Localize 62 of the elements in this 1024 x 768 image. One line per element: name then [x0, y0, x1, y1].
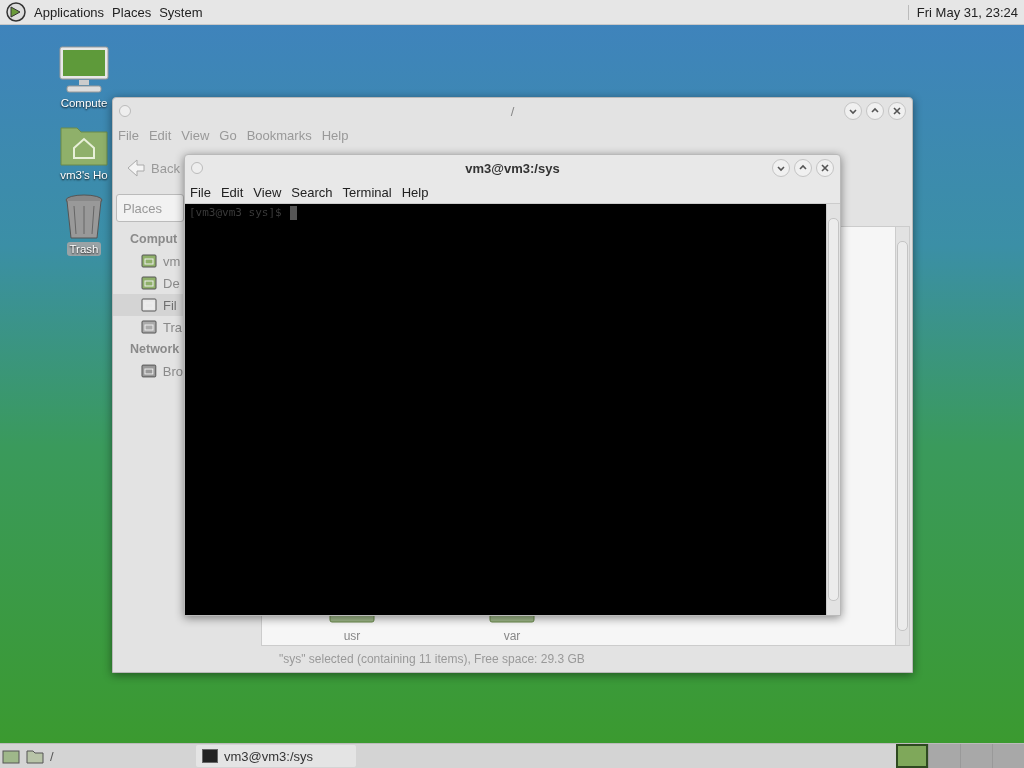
menu-item[interactable]: Help — [321, 127, 349, 143]
panel-menu[interactable]: Applications — [34, 4, 105, 20]
location-label[interactable]: / — [50, 748, 190, 764]
maximize-button[interactable] — [794, 159, 812, 177]
sidebar-item[interactable]: Fil — [113, 294, 183, 316]
sidebar-item[interactable]: Bro — [113, 360, 183, 382]
menu-item[interactable]: Help — [401, 184, 429, 200]
menu-item[interactable]: File — [190, 184, 211, 200]
home-icon — [141, 253, 157, 269]
trash-icon — [141, 319, 157, 335]
menu-item[interactable]: Edit — [148, 127, 172, 143]
menu-item[interactable]: Search — [291, 184, 333, 200]
desktop-icon-label[interactable]: Compute — [57, 96, 111, 110]
menu-item[interactable]: File — [118, 127, 139, 143]
scrollbar[interactable] — [826, 204, 840, 615]
scrollbar[interactable] — [895, 227, 909, 645]
menu-item[interactable]: Edit — [220, 184, 244, 200]
menu-item[interactable]: View — [253, 184, 282, 200]
sidebar-item[interactable]: vm — [113, 250, 183, 272]
trash-icon — [64, 194, 104, 240]
taskbar-button[interactable]: vm3@vm3:/sys — [196, 745, 356, 767]
monitor-icon — [59, 46, 109, 94]
close-icon — [892, 106, 902, 116]
places-dropdown[interactable]: Places — [116, 194, 184, 222]
menu-item[interactable]: Go — [219, 127, 237, 143]
maximize-button[interactable] — [866, 102, 884, 120]
desktop-icon-label[interactable]: vm3's Ho — [57, 168, 111, 182]
desktop-icon-label[interactable]: Trash — [66, 242, 102, 256]
workspace-button[interactable] — [896, 744, 928, 768]
minimize-button[interactable] — [772, 159, 790, 177]
sidebar-heading: Network — [130, 341, 180, 358]
sidebar-item[interactable]: Tra — [113, 316, 183, 338]
sidebar-heading: Comput — [130, 231, 178, 248]
desktop-icon — [141, 275, 157, 291]
back-button[interactable]: Back — [121, 153, 184, 183]
panel-menu[interactable]: System — [159, 4, 203, 20]
file-label[interactable]: var — [503, 629, 521, 643]
window-title: / — [510, 103, 515, 119]
close-button[interactable] — [816, 159, 834, 177]
show-desktop-icon[interactable] — [2, 748, 20, 764]
back-arrow-icon — [125, 157, 147, 179]
minimize-button[interactable] — [844, 102, 862, 120]
menu-item[interactable]: Terminal — [342, 184, 392, 200]
status-text: "sys" selected (containing 11 items), Free space: 29.3 GB — [279, 652, 585, 666]
window-title: vm3@vm3:/sys — [465, 160, 560, 176]
close-button[interactable] — [888, 102, 906, 120]
file-label[interactable]: usr — [343, 629, 361, 643]
shell-prompt: [vm3@vm3 sys]$ — [189, 206, 282, 219]
network-icon — [141, 363, 157, 379]
chevron-down-icon — [848, 106, 858, 116]
text-cursor — [289, 206, 297, 220]
panel-menu[interactable]: Places — [112, 4, 152, 20]
menu-item[interactable]: Bookmarks — [246, 127, 312, 143]
terminal-icon — [202, 749, 218, 763]
sidebar-item[interactable]: De — [113, 272, 183, 294]
close-icon — [820, 163, 830, 173]
chevron-down-icon — [776, 163, 786, 173]
menu-item[interactable]: View — [181, 127, 210, 143]
drive-icon — [141, 297, 157, 313]
menu-logo-icon[interactable] — [6, 2, 26, 22]
clock[interactable]: Fri May 31, 23:24 — [907, 4, 1018, 20]
terminal-screen[interactable]: [vm3@vm3 sys]$ — [185, 204, 826, 615]
